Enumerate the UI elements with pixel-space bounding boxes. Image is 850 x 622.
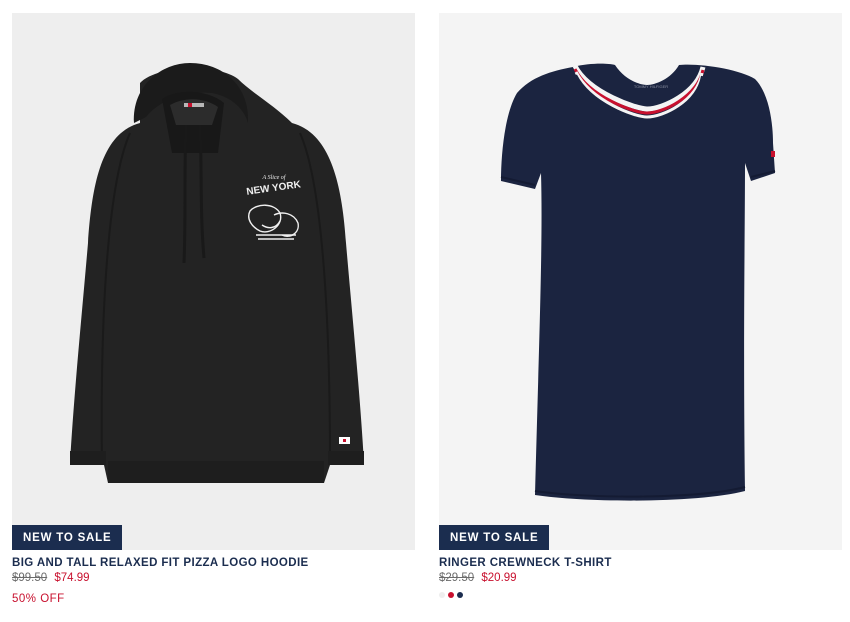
color-swatch-white[interactable]	[439, 592, 445, 598]
discount-label: 50% OFF	[12, 593, 65, 605]
original-price: $99.50	[12, 572, 48, 584]
color-swatch-navy[interactable]	[457, 592, 463, 598]
new-to-sale-badge: NEW TO SALE	[12, 525, 123, 550]
hoodie-icon: NEW YORK A Slice of	[70, 63, 364, 483]
product-image-tshirt[interactable]: TOMMY HILFIGER NEW TO SALE	[439, 13, 842, 550]
svg-text:A Slice of: A Slice of	[262, 174, 287, 181]
new-to-sale-badge: NEW TO SALE	[439, 525, 550, 550]
product-name[interactable]: BIG AND TALL RELAXED FIT PIZZA LOGO HOOD…	[12, 557, 415, 569]
svg-text:TOMMY HILFIGER: TOMMY HILFIGER	[634, 84, 668, 89]
product-card-tshirt[interactable]: TOMMY HILFIGER NEW TO SALE RINGER CREWNE…	[439, 13, 842, 598]
original-price: $29.50	[439, 572, 475, 584]
color-swatches	[439, 592, 842, 598]
sale-price: $20.99	[481, 572, 517, 584]
product-image-hoodie[interactable]: NEW YORK A Slice of NEW TO SALE	[12, 13, 415, 550]
sale-price: $74.99	[54, 572, 90, 584]
color-swatch-red[interactable]	[448, 592, 454, 598]
tshirt-icon: TOMMY HILFIGER	[500, 63, 776, 501]
product-grid: NEW YORK A Slice of NEW TO SALE BIG AND …	[0, 0, 850, 622]
product-card-hoodie[interactable]: NEW YORK A Slice of NEW TO SALE BIG AND …	[12, 13, 415, 605]
price-row: $29.50 $20.99	[439, 572, 842, 584]
price-row: $99.50 $74.99	[12, 572, 415, 584]
product-name[interactable]: RINGER CREWNECK T-SHIRT	[439, 557, 842, 569]
